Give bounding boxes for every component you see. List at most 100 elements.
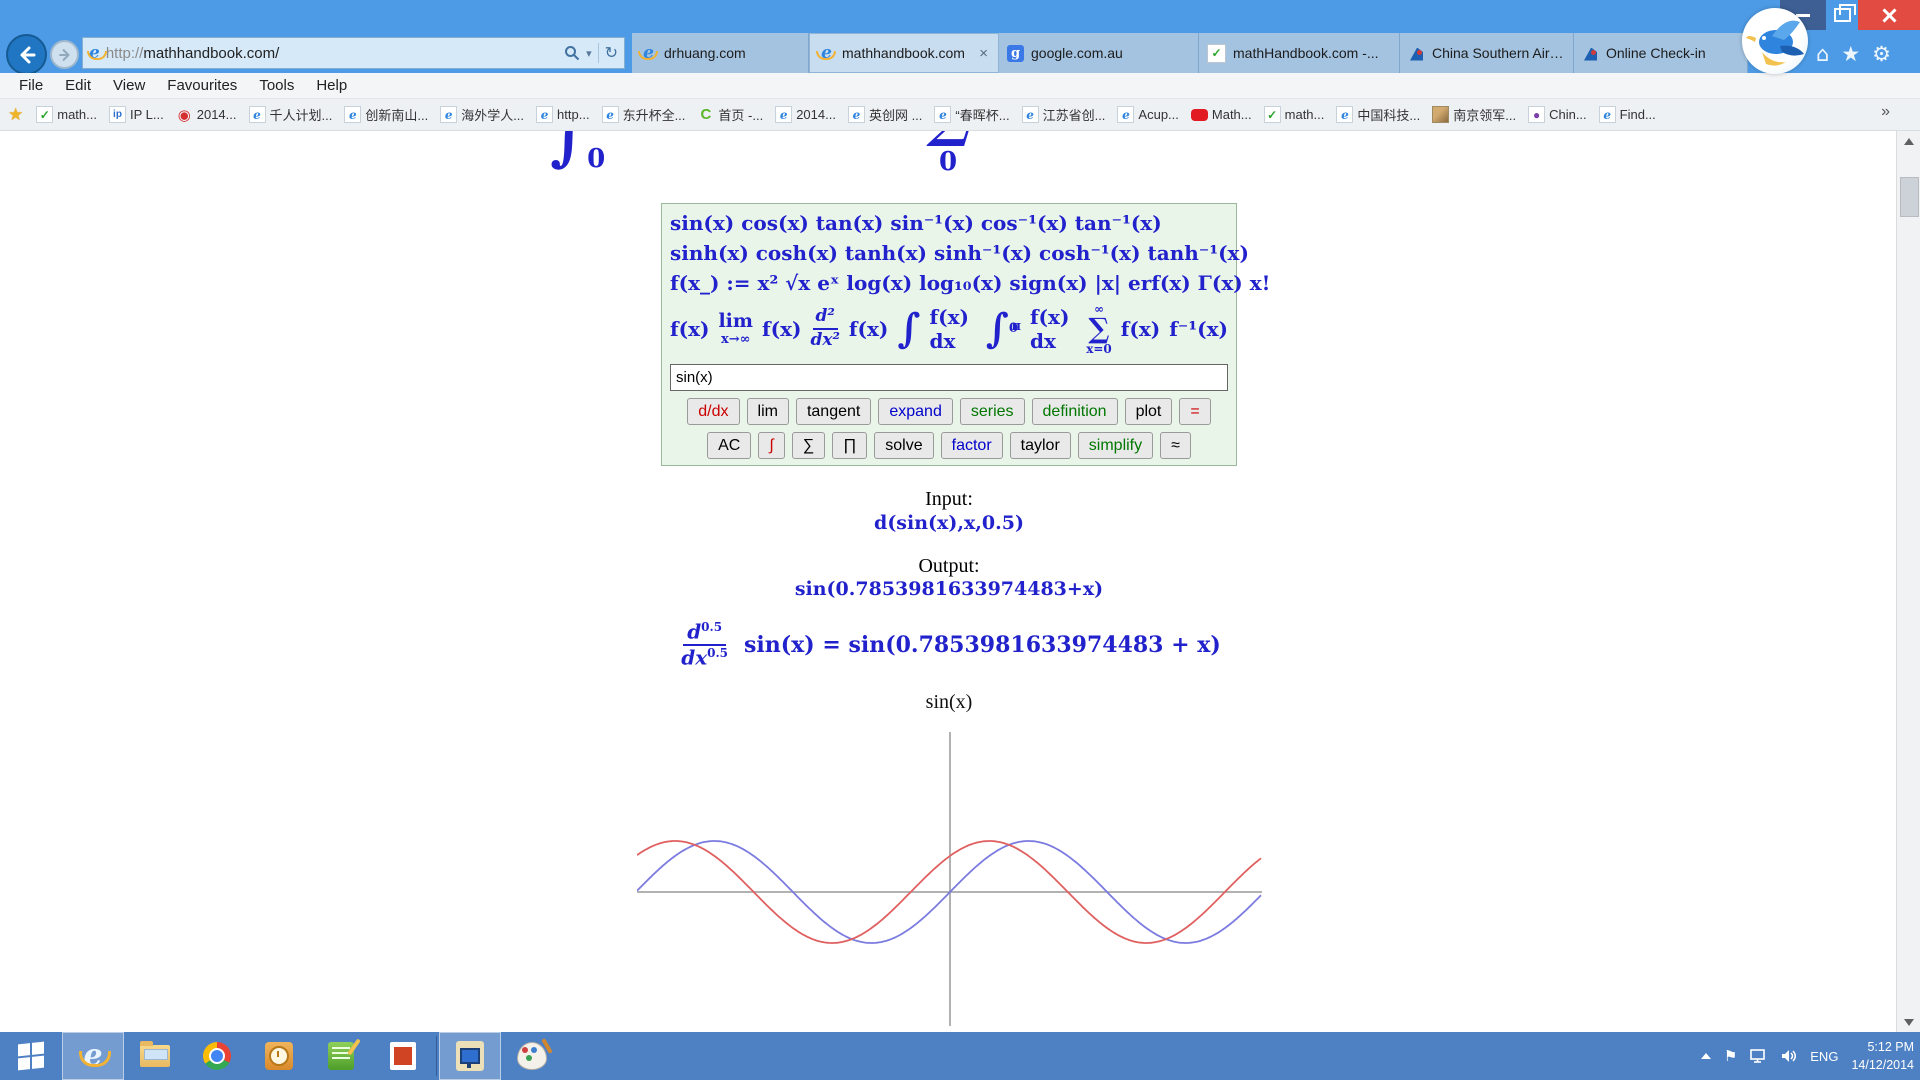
solve-button[interactable]: solve bbox=[874, 432, 933, 459]
favorite-item[interactable]: math... bbox=[31, 104, 102, 125]
favorite-item[interactable]: http... bbox=[531, 104, 595, 125]
favorite-item[interactable]: 江苏省创... bbox=[1017, 103, 1111, 126]
taskbar-ie-button[interactable]: e bbox=[62, 1032, 124, 1080]
clock[interactable]: 5:12 PM 14/12/2014 bbox=[1851, 1038, 1914, 1074]
taskbar-chrome-button[interactable] bbox=[186, 1032, 248, 1080]
taskbar-powerpoint-button[interactable] bbox=[372, 1032, 434, 1080]
favorite-item[interactable]: 南京领军... bbox=[1427, 103, 1521, 126]
expression-input[interactable] bbox=[670, 364, 1228, 391]
favicon-ie-icon bbox=[1599, 106, 1616, 123]
lim-button[interactable]: lim bbox=[747, 398, 789, 425]
fractional-derivative-operator: d0.5 dx0.5 bbox=[677, 620, 732, 669]
favorite-item[interactable]: 2014... bbox=[171, 104, 242, 125]
taskbar-display-app-button[interactable] bbox=[439, 1032, 501, 1080]
definition-button[interactable]: definition bbox=[1032, 398, 1118, 425]
url-scheme: http:// bbox=[106, 45, 144, 62]
tray-expand-icon[interactable] bbox=[1701, 1053, 1711, 1059]
tab-mathhandbook-doc[interactable]: ✓ mathHandbook.com -... bbox=[1199, 33, 1400, 73]
menu-edit[interactable]: Edit bbox=[54, 77, 102, 94]
ac-button[interactable]: AC bbox=[707, 432, 751, 459]
favorite-item[interactable]: 2014... bbox=[770, 104, 841, 125]
taylor-button[interactable]: taylor bbox=[1010, 432, 1071, 459]
equals-button[interactable]: = bbox=[1179, 398, 1210, 425]
sum-button[interactable]: ∑ bbox=[792, 432, 825, 459]
simplify-button[interactable]: simplify bbox=[1078, 432, 1153, 459]
second-derivative-operator: d² dx² bbox=[810, 308, 839, 350]
scroll-down-button[interactable] bbox=[1897, 1012, 1920, 1032]
product-button[interactable]: ∏ bbox=[832, 432, 867, 459]
taskbar-paint-button[interactable] bbox=[501, 1032, 563, 1080]
home-icon[interactable]: ⌂ bbox=[1816, 41, 1829, 67]
close-button[interactable] bbox=[1858, 0, 1920, 30]
start-button[interactable] bbox=[0, 1032, 62, 1080]
menu-tools[interactable]: Tools bbox=[248, 77, 305, 94]
tab-china-southern[interactable]: China Southern Airline... bbox=[1400, 33, 1574, 73]
menu-help[interactable]: Help bbox=[305, 77, 358, 94]
settings-gear-icon[interactable]: ⚙ bbox=[1872, 41, 1891, 67]
favicon-ie-icon bbox=[1117, 106, 1134, 123]
network-icon[interactable] bbox=[1750, 1049, 1768, 1063]
favorite-item[interactable]: 英创网 ... bbox=[843, 103, 927, 126]
menu-favourites[interactable]: Favourites bbox=[156, 77, 248, 94]
taskbar-outlook-button[interactable] bbox=[248, 1032, 310, 1080]
tab-online-checkin[interactable]: Online Check-in bbox=[1574, 33, 1748, 73]
favorite-item[interactable]: 千人计划... bbox=[244, 103, 338, 126]
favorite-item[interactable]: Acup... bbox=[1112, 104, 1183, 125]
integral-button[interactable]: ∫ bbox=[758, 432, 784, 459]
expand-button[interactable]: expand bbox=[878, 398, 953, 425]
url-host: mathhandbook.com/ bbox=[143, 45, 279, 62]
tab-close-icon[interactable]: × bbox=[977, 45, 990, 62]
calculus-operators-line: f(x) lim x→∞ f(x) d² dx² f(x) ∫ f(x) dx … bbox=[670, 298, 1228, 360]
scrollbar-thumb[interactable] bbox=[1900, 177, 1919, 217]
favorites-bar: ★ math... IP L... 2014... 千人计划... 创新南山..… bbox=[0, 99, 1920, 131]
volume-icon[interactable] bbox=[1781, 1049, 1797, 1063]
input-expression: d(sin(x),x,0.5) bbox=[661, 512, 1237, 534]
favorite-item[interactable]: “春晖杯... bbox=[929, 103, 1014, 126]
favicon-ie-icon bbox=[775, 106, 792, 123]
series-button[interactable]: series bbox=[960, 398, 1025, 425]
factor-button[interactable]: factor bbox=[941, 432, 1003, 459]
favorite-item[interactable]: Find... bbox=[1594, 104, 1661, 125]
plot-button[interactable]: plot bbox=[1125, 398, 1173, 425]
favorites-star-icon[interactable]: ★ bbox=[1841, 41, 1860, 67]
address-bar[interactable]: e http://mathhandbook.com/ ▾ ↻ bbox=[82, 37, 625, 69]
ddx-button[interactable]: d/dx bbox=[687, 398, 739, 425]
menu-view[interactable]: View bbox=[102, 77, 156, 94]
tab-google[interactable]: g google.com.au bbox=[999, 33, 1199, 73]
favorite-item[interactable]: Math... bbox=[1186, 105, 1257, 124]
back-button[interactable] bbox=[6, 34, 47, 75]
approx-button[interactable]: ≈ bbox=[1160, 432, 1191, 459]
vertical-scrollbar[interactable] bbox=[1896, 131, 1920, 1032]
forward-button[interactable] bbox=[50, 40, 79, 69]
favorite-item[interactable]: 创新南山... bbox=[339, 103, 433, 126]
menu-file[interactable]: File bbox=[8, 77, 54, 94]
favorite-item[interactable]: IP L... bbox=[104, 104, 169, 125]
favicon-weibo-icon bbox=[176, 106, 193, 123]
tab-mathhandbook[interactable]: e mathhandbook.com × bbox=[809, 33, 999, 73]
search-dropdown-caret-icon[interactable]: ▾ bbox=[586, 47, 592, 60]
favorite-item[interactable]: 中国科技... bbox=[1331, 103, 1425, 126]
tab-drhuang[interactable]: e drhuang.com bbox=[632, 33, 809, 73]
favorite-item[interactable]: Chin... bbox=[1523, 104, 1592, 125]
action-center-flag-icon[interactable] bbox=[1724, 1047, 1737, 1065]
indefinite-integral-icon: ∫ bbox=[897, 307, 920, 351]
output-expression: sin(0.7853981633974483+x) bbox=[661, 578, 1237, 600]
forward-arrow-icon bbox=[58, 48, 72, 62]
favorite-item[interactable]: math... bbox=[1259, 104, 1330, 125]
search-icon[interactable] bbox=[564, 45, 580, 61]
add-favorite-star-icon[interactable]: ★ bbox=[8, 105, 23, 125]
restore-button[interactable] bbox=[1826, 0, 1858, 30]
favorite-item[interactable]: 海外学人... bbox=[435, 103, 529, 126]
favorite-item[interactable]: 东升杯全... bbox=[597, 103, 691, 126]
tangent-button[interactable]: tangent bbox=[796, 398, 871, 425]
favorite-item[interactable]: 首页 -... bbox=[692, 103, 768, 126]
favorites-overflow-chevron[interactable]: » bbox=[1881, 103, 1890, 121]
taskbar-explorer-button[interactable] bbox=[124, 1032, 186, 1080]
bird-logo[interactable] bbox=[1742, 8, 1808, 74]
scrolled-sum-formula: ∑ 0 bbox=[916, 131, 980, 175]
taskbar-notes-button[interactable] bbox=[310, 1032, 372, 1080]
language-indicator[interactable]: ENG bbox=[1810, 1049, 1838, 1064]
refresh-icon[interactable]: ↻ bbox=[605, 43, 618, 63]
url-text[interactable]: http://mathhandbook.com/ bbox=[106, 45, 558, 62]
scroll-up-button[interactable] bbox=[1897, 131, 1920, 151]
